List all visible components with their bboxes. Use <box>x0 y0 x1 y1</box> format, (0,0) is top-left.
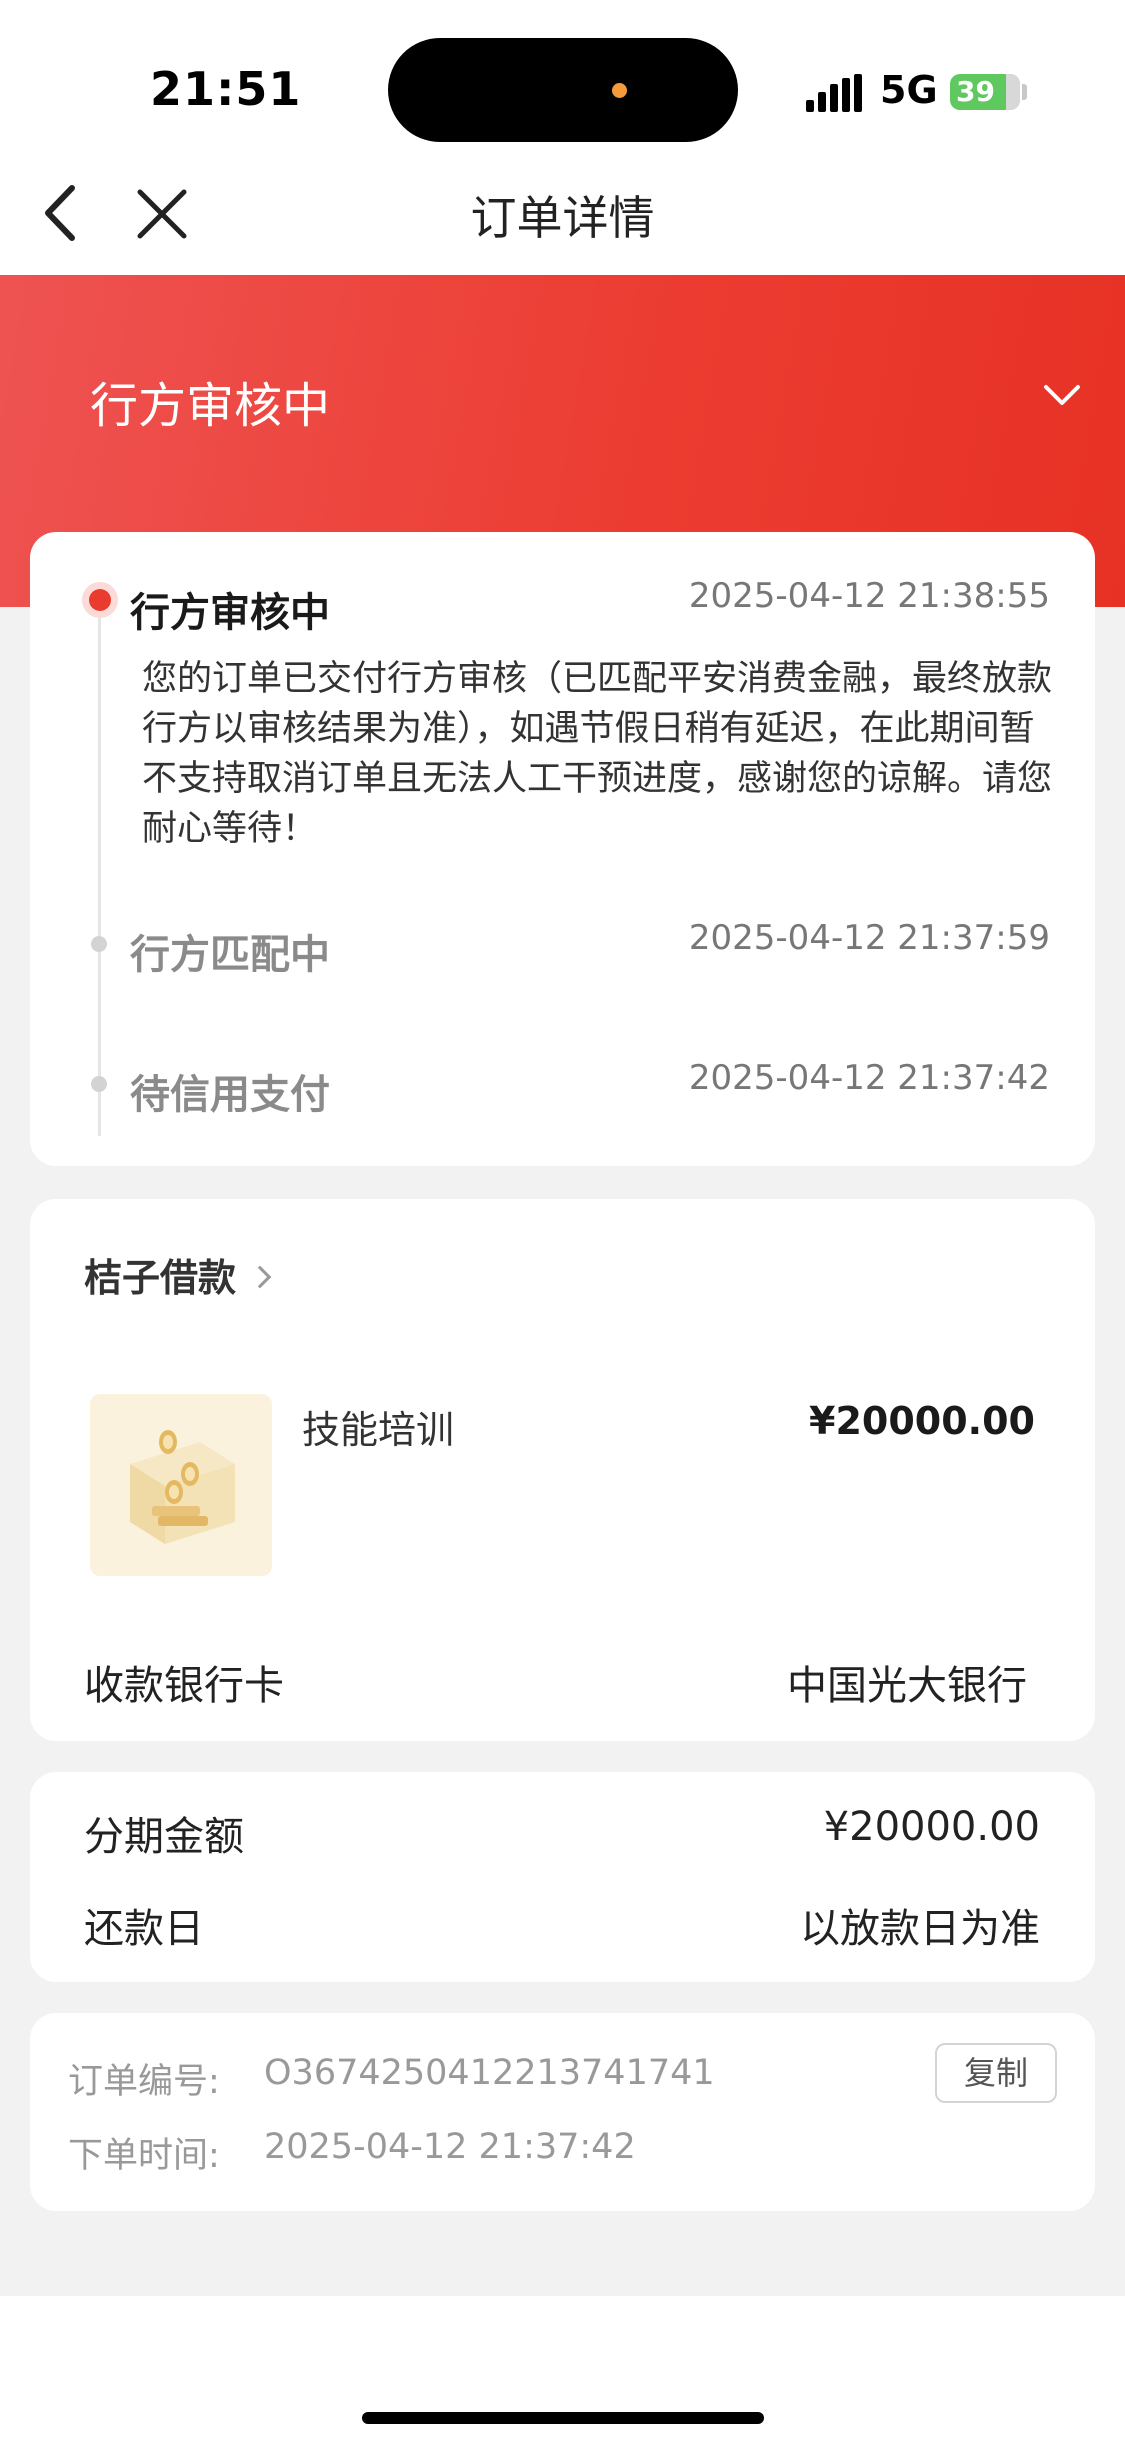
order-info-card: 订单编号: O3674250412213741741 复制 下单时间: 2025… <box>30 2013 1095 2211</box>
privacy-indicator <box>612 83 627 98</box>
order-number-value: O3674250412213741741 <box>264 2053 715 2093</box>
chevron-right-icon <box>248 1265 272 1288</box>
merchant-link[interactable]: 桔子借款 <box>84 1247 272 1302</box>
timeline-step-label: 行方审核中 <box>130 590 330 636</box>
installment-amount-label: 分期金额 <box>84 1814 244 1860</box>
repayment-day-label: 还款日 <box>84 1906 204 1952</box>
signal-icon <box>806 74 862 112</box>
amount-card: 分期金额 ¥20000.00 还款日 以放款日为准 <box>30 1772 1095 1982</box>
status-time: 21:51 <box>150 62 302 116</box>
timeline-step-time: 2025-04-12 21:38:55 <box>688 576 1050 616</box>
battery-level: 39 <box>956 75 995 108</box>
timeline-step-time: 2025-04-12 21:37:59 <box>688 918 1050 958</box>
home-indicator[interactable] <box>362 2412 764 2424</box>
timeline-card: 行方审核中 2025-04-12 21:38:55 您的订单已交付行方审核（已匹… <box>30 532 1095 1166</box>
order-status-title: 行方审核中 <box>90 378 331 434</box>
timeline-step-label: 行方匹配中 <box>130 932 330 978</box>
battery-icon: 39 <box>950 74 1020 110</box>
product-thumbnail <box>90 1394 272 1576</box>
order-time-value: 2025-04-12 21:37:42 <box>264 2127 636 2167</box>
product-price: ¥20000.00 <box>809 1399 1035 1443</box>
chevron-down-icon <box>1044 385 1080 405</box>
order-time-label: 下单时间: <box>68 2136 220 2176</box>
repayment-day-value: 以放款日为准 <box>800 1906 1040 1952</box>
timeline-dot <box>91 1076 107 1092</box>
timeline-step-description: 您的订单已交付行方审核（已匹配平安消费金融，最终放款行方以审核结果为准），如遇节… <box>142 659 1053 849</box>
timeline-step-label: 待信用支付 <box>130 1072 330 1118</box>
bank-card-value: 中国光大银行 <box>787 1663 1027 1709</box>
battery-cap <box>1022 84 1027 100</box>
network-type: 5G <box>880 68 938 112</box>
timeline-step-time: 2025-04-12 21:37:42 <box>688 1058 1050 1098</box>
copy-order-number-button[interactable]: 复制 <box>935 2043 1057 2103</box>
order-number-label: 订单编号: <box>68 2062 220 2102</box>
status-toggle-button[interactable] <box>1040 380 1084 410</box>
merchant-name: 桔子借款 <box>84 1256 237 1300</box>
dynamic-island <box>388 38 738 142</box>
timeline-dot-active <box>82 582 118 618</box>
installment-amount-value: ¥20000.00 <box>823 1804 1040 1850</box>
timeline-dot <box>91 936 107 952</box>
bank-card-label: 收款银行卡 <box>84 1663 284 1709</box>
product-name: 技能培训 <box>302 1408 455 1452</box>
coin-box-icon <box>130 1430 235 1544</box>
timeline-line <box>98 612 101 1136</box>
product-card: 桔子借款 技能培训 ¥20000.00 收款银行卡 中国光大银行 <box>30 1199 1095 1741</box>
page-title: 订单详情 <box>470 191 655 245</box>
